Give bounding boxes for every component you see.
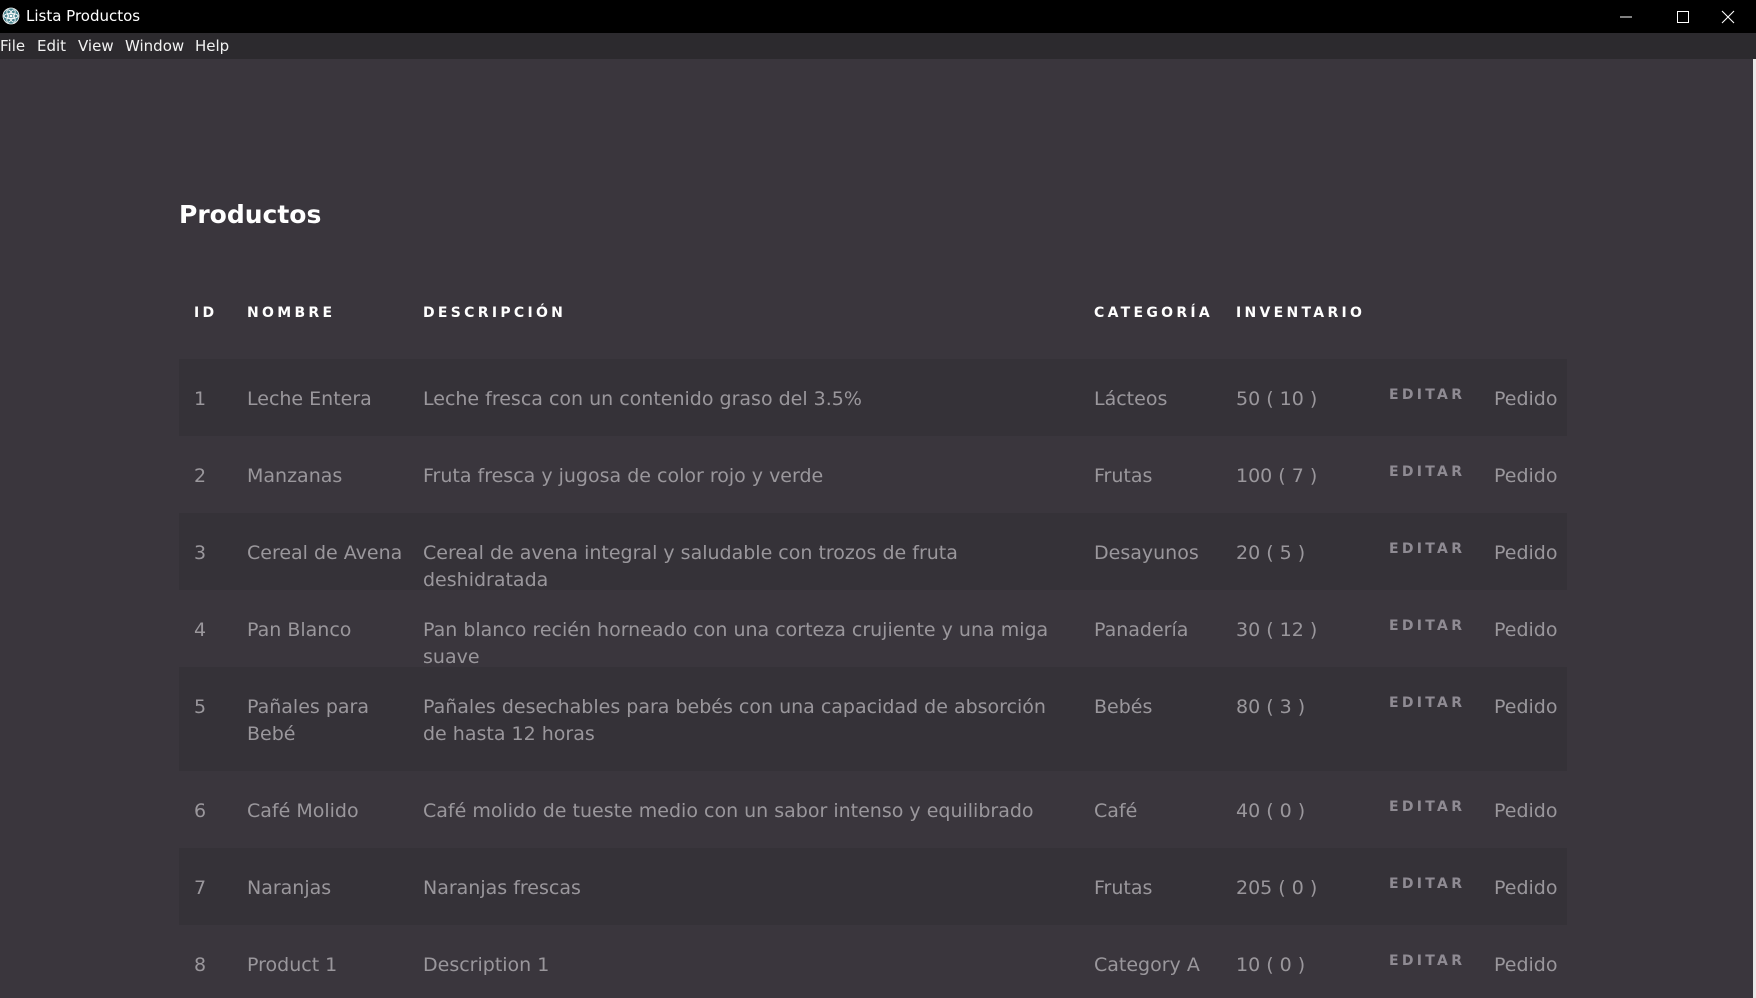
edit-button[interactable]: EDITAR — [1389, 617, 1465, 635]
menu-edit[interactable]: Edit — [37, 37, 66, 55]
row-inventory: 20 ( 5 ) — [1236, 542, 1306, 564]
row-id: 3 — [194, 542, 207, 564]
row-description: Fruta fresca y jugosa de color rojo y ve… — [423, 465, 824, 487]
minimize-button[interactable] — [1598, 0, 1654, 33]
row-id: 7 — [194, 877, 207, 899]
row-category: Bebés — [1094, 696, 1153, 718]
row-category: Frutas — [1094, 465, 1153, 487]
menu-window[interactable]: Window — [125, 37, 184, 55]
column-header-inventory: INVENTARIO — [1236, 305, 1366, 321]
row-inventory: 30 ( 12 ) — [1236, 619, 1318, 641]
row-description: Café molido de tueste medio con un sabor… — [423, 800, 1034, 822]
edit-button[interactable]: EDITAR — [1389, 798, 1465, 816]
window-titlebar: Lista Productos — [0, 0, 1756, 33]
row-description: Pan blanco recién horneado con una corte… — [423, 619, 1049, 668]
row-name: Product 1 — [247, 954, 338, 976]
order-link[interactable]: Pedido — [1494, 952, 1558, 979]
row-inventory: 50 ( 10 ) — [1236, 388, 1318, 410]
row-name: Cereal de Avena — [247, 542, 403, 564]
row-description: Cereal de avena integral y saludable con… — [423, 542, 958, 591]
row-inventory: 100 ( 7 ) — [1236, 465, 1318, 487]
row-description: Description 1 — [423, 954, 550, 976]
column-header-category: CATEGORÍA — [1094, 305, 1214, 321]
row-name: Naranjas — [247, 877, 332, 899]
edit-button[interactable]: EDITAR — [1389, 463, 1465, 481]
row-id: 6 — [194, 800, 207, 822]
row-description: Leche fresca con un contenido graso del … — [423, 388, 862, 410]
column-header-description: DESCRIPCIÓN — [423, 305, 567, 321]
row-inventory: 205 ( 0 ) — [1236, 877, 1318, 899]
row-description: Naranjas frescas — [423, 877, 581, 899]
row-category: Panadería — [1094, 619, 1189, 641]
row-inventory: 80 ( 3 ) — [1236, 696, 1306, 718]
close-icon — [1721, 10, 1735, 23]
minimize-icon — [1620, 16, 1632, 17]
order-link[interactable]: Pedido — [1494, 463, 1558, 490]
order-link[interactable]: Pedido — [1494, 694, 1558, 721]
row-category: Frutas — [1094, 877, 1153, 899]
order-link[interactable]: Pedido — [1494, 540, 1558, 567]
row-id: 2 — [194, 465, 207, 487]
row-id: 5 — [194, 696, 207, 718]
row-id: 8 — [194, 954, 207, 976]
edit-button[interactable]: EDITAR — [1389, 540, 1465, 558]
row-inventory: 10 ( 0 ) — [1236, 954, 1306, 976]
row-name: Pan Blanco — [247, 619, 352, 641]
row-id: 1 — [194, 388, 207, 410]
row-category: Lácteos — [1094, 388, 1168, 410]
row-name: Manzanas — [247, 465, 343, 487]
order-link[interactable]: Pedido — [1494, 386, 1558, 413]
maximize-icon — [1677, 10, 1689, 23]
row-name: Leche Entera — [247, 388, 372, 410]
row-category: Desayunos — [1094, 542, 1199, 564]
menu-view[interactable]: View — [78, 37, 114, 55]
electron-app-icon — [2, 7, 20, 25]
order-link[interactable]: Pedido — [1494, 798, 1558, 825]
row-id: 4 — [194, 619, 207, 641]
order-link[interactable]: Pedido — [1494, 617, 1558, 644]
order-link[interactable]: Pedido — [1494, 875, 1558, 902]
row-category: Category A — [1094, 954, 1200, 976]
row-name: Café Molido — [247, 800, 359, 822]
close-button[interactable] — [1700, 0, 1756, 33]
edit-button[interactable]: EDITAR — [1389, 875, 1465, 893]
menu-help[interactable]: Help — [195, 37, 229, 55]
edit-button[interactable]: EDITAR — [1389, 694, 1465, 712]
edit-button[interactable]: EDITAR — [1389, 386, 1465, 404]
window-title: Lista Productos — [26, 7, 141, 25]
edit-button[interactable]: EDITAR — [1389, 952, 1465, 970]
row-category: Café — [1094, 800, 1138, 822]
menu-file[interactable]: File — [0, 37, 25, 55]
column-header-id: ID — [194, 305, 218, 321]
row-description: Pañales desechables para bebés con una c… — [423, 696, 1046, 745]
menu-bar: File Edit View Window Help — [0, 33, 1756, 59]
row-inventory: 40 ( 0 ) — [1236, 800, 1306, 822]
row-name: Pañales para Bebé — [247, 696, 369, 745]
column-header-name: NOMBRE — [247, 305, 336, 321]
page-title: Productos — [179, 200, 322, 229]
